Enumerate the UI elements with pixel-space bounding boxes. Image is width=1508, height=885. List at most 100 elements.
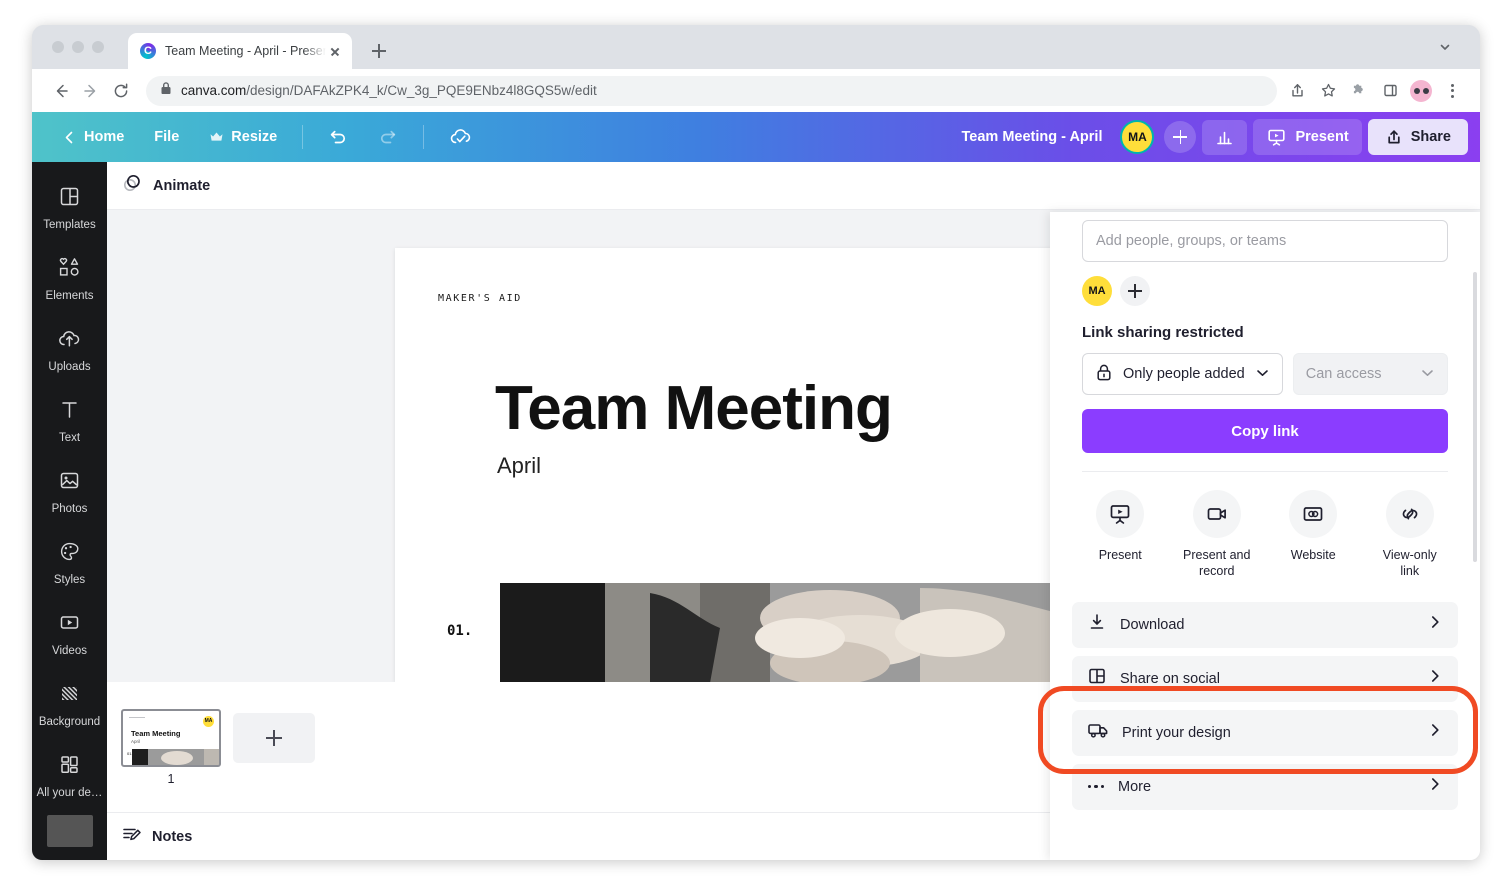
share-action-label: Website [1290,548,1336,562]
cloud-save-button[interactable] [435,120,487,154]
share-action-website[interactable]: Website [1265,490,1362,580]
undo-icon [328,128,348,146]
avatar: MA [203,715,214,727]
chevron-down-icon [1255,366,1270,382]
crown-icon [209,131,224,144]
file-button[interactable]: File [140,122,193,152]
redo-button[interactable] [364,121,412,153]
sidebar-item-text[interactable]: Text [32,385,107,456]
app-body: Templates Elements Uploads Text Photos S… [32,162,1480,860]
lock-icon [1095,363,1113,386]
share-button[interactable]: Share [1367,119,1468,155]
notes-pencil-icon [121,824,142,850]
file-label: File [154,129,180,145]
chart-bar-icon [1215,128,1234,147]
access-role-select[interactable]: Can access [1292,353,1448,395]
add-person-icon[interactable] [1120,276,1150,306]
page-thumbnail[interactable]: MA Team Meeting April 01. [121,708,221,767]
sidebar-design-thumbnail[interactable] [46,815,93,847]
left-sidebar: Templates Elements Uploads Text Photos S… [32,162,107,860]
animate-bar: Animate [107,162,1480,210]
website-icon [1289,490,1338,538]
share-action-view-only-link[interactable]: View-only link [1362,490,1459,580]
avatar[interactable]: MA [1082,276,1112,306]
download-icon [1087,612,1107,637]
browser-tab[interactable]: Team Meeting - April - Present [128,33,352,69]
share-action-label: Present and record [1183,548,1251,579]
sidebar-item-background[interactable]: Background [32,669,107,740]
notes-button[interactable]: Notes [152,829,192,845]
chevron-right-icon [1427,776,1443,797]
present-screen-icon [1096,490,1145,538]
sidebar-item-label: Text [58,431,81,444]
thumb-photo [132,748,219,765]
more-dots-icon [1087,784,1105,789]
access-scope-select[interactable]: Only people added [1082,353,1283,395]
add-person-icon[interactable] [1164,121,1197,153]
sidebar-item-uploads[interactable]: Uploads [32,314,107,385]
close-icon[interactable] [326,42,344,60]
share-action-present[interactable]: Present [1072,490,1169,580]
insights-button[interactable] [1202,119,1248,155]
undo-button[interactable] [314,121,362,153]
slide-subtitle[interactable]: April [497,453,541,479]
uploads-cloud-icon [57,327,82,355]
videos-play-icon [58,611,81,639]
sidebar-item-templates[interactable]: Templates [32,172,107,243]
home-button[interactable]: Home [48,122,138,152]
share-row-print-your-design[interactable]: Print your design [1072,709,1458,756]
background-hatch-icon [58,682,81,710]
close-window-button[interactable] [52,41,64,53]
add-page-button[interactable] [233,713,315,763]
slide-brand-label: MAKER'S AID [438,293,522,304]
avatar[interactable]: MA [1120,120,1155,154]
sidebar-item-styles[interactable]: Styles [32,527,107,598]
minimize-window-button[interactable] [72,41,84,53]
bookmark-star-icon[interactable] [1314,77,1342,105]
reload-icon[interactable] [106,76,136,106]
toolbar-right-group: Team Meeting - April MA Present Share [961,119,1468,155]
styles-palette-icon [58,540,81,568]
page-card[interactable]: MA Team Meeting April 01. 1 [121,708,221,786]
sidebar-item-all-your-designs[interactable]: All your de… [32,740,107,811]
present-button[interactable]: Present [1253,119,1362,155]
share-row-label: Print your design [1122,724,1231,741]
share-row-share-on-social[interactable]: Share on social [1072,655,1458,702]
document-title[interactable]: Team Meeting - April [961,129,1102,145]
share-row-download[interactable]: Download [1072,601,1458,648]
resize-button[interactable]: Resize [195,122,291,152]
forward-arrow-icon[interactable] [76,76,106,106]
lock-icon [160,81,172,100]
share-row-label: Download [1120,616,1185,633]
slide-title[interactable]: Team Meeting [495,373,893,444]
sidebar-item-label: Elements [45,289,94,302]
animate-button[interactable]: Animate [153,178,210,194]
back-arrow-icon[interactable] [46,76,76,106]
add-people-input[interactable]: Add people, groups, or teams [1082,220,1448,262]
chevron-down-icon[interactable] [1438,40,1452,59]
side-panel-icon[interactable] [1376,77,1404,105]
share-icon[interactable] [1283,77,1311,105]
new-tab-icon[interactable] [366,38,392,64]
chrome-menu-icon[interactable] [1438,77,1466,105]
sidebar-item-elements[interactable]: Elements [32,243,107,314]
sidebar-item-photos[interactable]: Photos [32,456,107,527]
address-bar[interactable]: canva.com/design/DAFAkZPK4_k/Cw_3g_PQE9E… [146,75,1277,106]
sidebar-item-label: Photos [51,502,88,515]
share-action-present-and-record[interactable]: Present and record [1169,490,1266,580]
window-traffic-lights[interactable] [52,41,104,53]
panel-scrollbar[interactable] [1473,272,1477,562]
sidebar-item-videos[interactable]: Videos [32,598,107,669]
extensions-puzzle-icon[interactable] [1345,77,1373,105]
sidebar-item-label: Background [38,715,101,728]
share-row-more[interactable]: More [1072,763,1458,810]
copy-link-button[interactable]: Copy link [1082,409,1448,453]
sidebar-item-label: Videos [52,644,87,657]
url-domain: canva.com [181,83,247,98]
text-t-icon [58,398,81,426]
profile-avatar-icon[interactable] [1410,79,1432,102]
share-panel-top: Add people, groups, or teams MA Link sha… [1050,220,1480,472]
maximize-window-button[interactable] [92,41,104,53]
elements-icon [57,256,82,284]
chevron-down-icon [1420,366,1435,382]
